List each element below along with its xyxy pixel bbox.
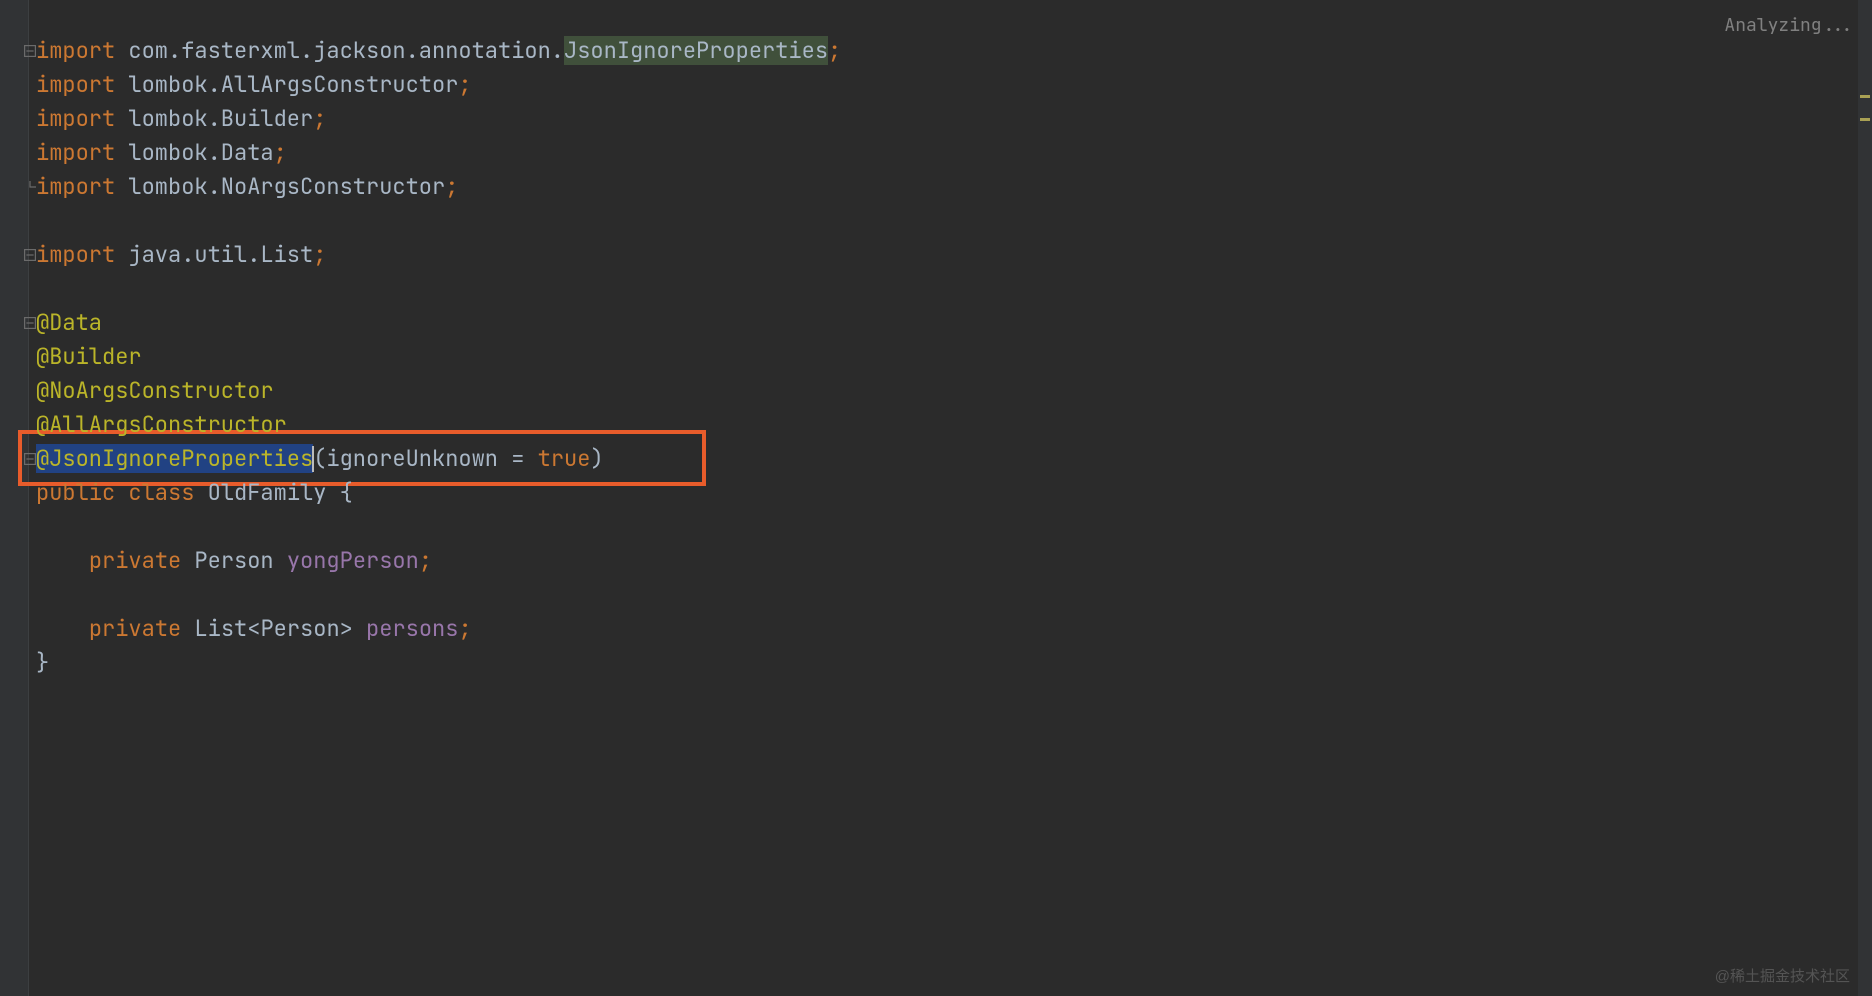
annotation-noargs: @NoArgsConstructor bbox=[36, 376, 274, 405]
field-persons: persons bbox=[366, 614, 458, 643]
annotation-jsonignore-selected: @JsonIgnoreProperties bbox=[36, 444, 313, 473]
keyword-public: public bbox=[36, 478, 115, 507]
semicolon: ; bbox=[274, 138, 287, 167]
code-line[interactable]: } bbox=[36, 646, 841, 680]
code-line[interactable]: @NoArgsConstructor bbox=[36, 374, 841, 408]
close-brace: } bbox=[36, 648, 49, 677]
annotation-builder: @Builder bbox=[36, 342, 142, 371]
fold-end-icon[interactable] bbox=[24, 181, 36, 193]
class-name: OldFamily bbox=[208, 478, 327, 507]
keyword-import: import bbox=[36, 36, 115, 65]
param-name: ignoreUnknown bbox=[326, 444, 498, 473]
error-stripe[interactable] bbox=[1858, 0, 1872, 996]
fold-minus-icon[interactable] bbox=[24, 45, 36, 57]
code-editor[interactable]: Analyzing... import com.fasterxml.jackso… bbox=[0, 0, 1872, 996]
indent bbox=[36, 546, 89, 575]
close-paren: ) bbox=[590, 444, 603, 473]
gutter-divider bbox=[28, 0, 29, 996]
code-line[interactable]: public class OldFamily { bbox=[36, 476, 841, 510]
stripe-marker[interactable] bbox=[1860, 95, 1870, 98]
package-path: java.util.List bbox=[128, 240, 313, 269]
code-line-blank[interactable] bbox=[36, 204, 841, 238]
semicolon: ; bbox=[828, 36, 841, 65]
semicolon: ; bbox=[419, 546, 432, 575]
angle-open: < bbox=[247, 614, 260, 643]
open-paren: ( bbox=[313, 444, 326, 473]
code-line-blank[interactable] bbox=[36, 510, 841, 544]
annotation-allargs: @AllArgsConstructor bbox=[36, 410, 287, 439]
open-brace: { bbox=[340, 478, 353, 507]
keyword-import: import bbox=[36, 104, 115, 133]
code-line[interactable]: private List<Person> persons; bbox=[36, 612, 841, 646]
code-line[interactable]: @Builder bbox=[36, 340, 841, 374]
field-yongperson: yongPerson bbox=[287, 546, 419, 575]
package-path: lombok.AllArgsConstructor bbox=[128, 70, 458, 99]
code-line-blank[interactable] bbox=[36, 578, 841, 612]
code-line[interactable]: import lombok.NoArgsConstructor; bbox=[36, 170, 841, 204]
package-path: com.fasterxml.jackson.annotation. bbox=[128, 36, 564, 65]
fold-minus-icon[interactable] bbox=[24, 453, 36, 465]
fold-minus-icon[interactable] bbox=[24, 249, 36, 261]
semicolon: ; bbox=[458, 70, 471, 99]
package-path: lombok.Builder bbox=[128, 104, 313, 133]
package-path: lombok.NoArgsConstructor bbox=[128, 172, 445, 201]
annotation-data: @Data bbox=[36, 308, 102, 337]
type-list: List bbox=[194, 614, 247, 643]
analysis-status: Analyzing... bbox=[1724, 14, 1854, 37]
code-line[interactable]: import java.util.List; bbox=[36, 238, 841, 272]
code-line[interactable]: import lombok.Builder; bbox=[36, 102, 841, 136]
gutter bbox=[0, 0, 28, 996]
keyword-import: import bbox=[36, 138, 115, 167]
semicolon: ; bbox=[313, 240, 326, 269]
semicolon: ; bbox=[445, 172, 458, 201]
code-line[interactable]: @AllArgsConstructor bbox=[36, 408, 841, 442]
code-line[interactable]: import lombok.Data; bbox=[36, 136, 841, 170]
package-path: lombok.Data bbox=[128, 138, 273, 167]
code-line[interactable]: import lombok.AllArgsConstructor; bbox=[36, 68, 841, 102]
keyword-class: class bbox=[128, 478, 194, 507]
keyword-import: import bbox=[36, 70, 115, 99]
angle-close: > bbox=[340, 614, 353, 643]
text-caret bbox=[312, 446, 314, 472]
type-person: Person bbox=[260, 614, 339, 643]
code-line[interactable]: private Person yongPerson; bbox=[36, 544, 841, 578]
keyword-private: private bbox=[89, 614, 181, 643]
semicolon: ; bbox=[313, 104, 326, 133]
fold-minus-icon[interactable] bbox=[24, 317, 36, 329]
watermark-text: @稀土掘金技术社区 bbox=[1715, 965, 1850, 986]
imported-class: JsonIgnoreProperties bbox=[564, 36, 828, 65]
code-line[interactable]: @JsonIgnoreProperties(ignoreUnknown = tr… bbox=[36, 442, 841, 476]
indent bbox=[36, 614, 89, 643]
stripe-marker[interactable] bbox=[1860, 118, 1870, 121]
keyword-import: import bbox=[36, 172, 115, 201]
code-line[interactable]: import com.fasterxml.jackson.annotation.… bbox=[36, 34, 841, 68]
keyword-import: import bbox=[36, 240, 115, 269]
code-line[interactable]: @Data bbox=[36, 306, 841, 340]
type-person: Person bbox=[194, 546, 273, 575]
keyword-private: private bbox=[89, 546, 181, 575]
equals: = bbox=[498, 444, 538, 473]
code-area[interactable]: import com.fasterxml.jackson.annotation.… bbox=[36, 34, 841, 680]
code-line-blank[interactable] bbox=[36, 272, 841, 306]
boolean-true: true bbox=[538, 444, 591, 473]
semicolon: ; bbox=[458, 614, 471, 643]
